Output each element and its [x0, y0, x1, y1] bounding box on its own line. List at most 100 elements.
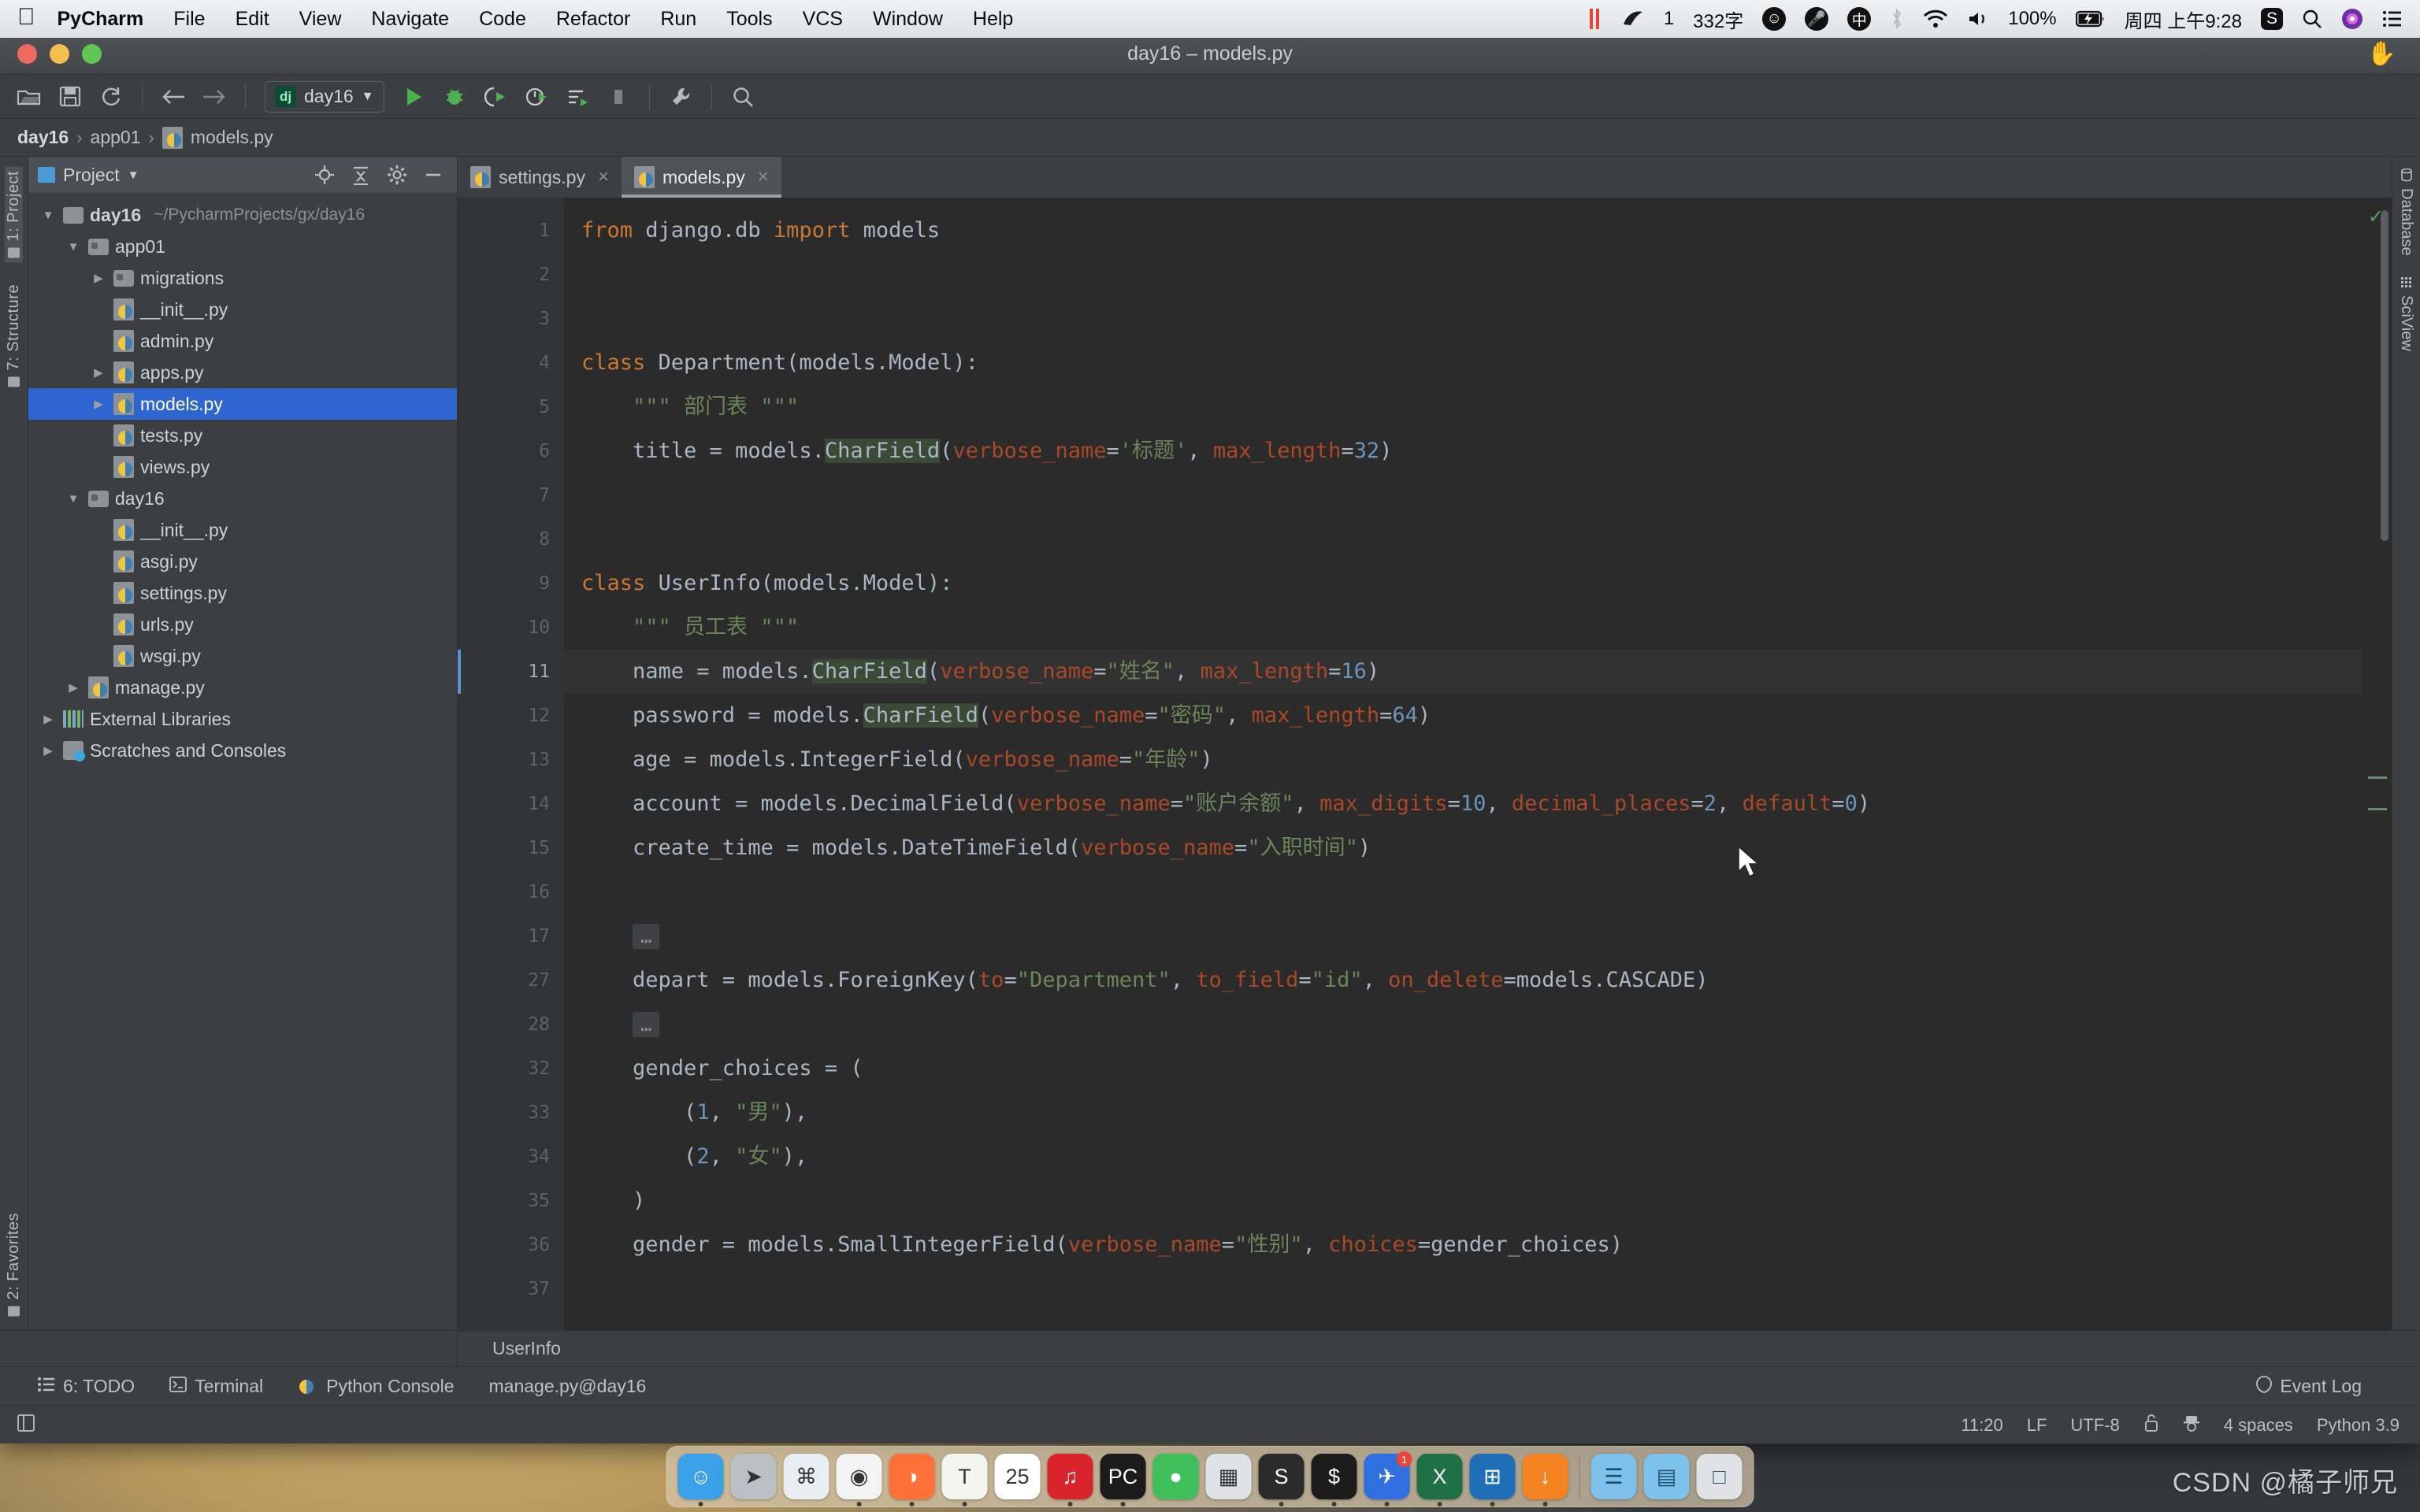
line-number[interactable]: 34	[458, 1135, 564, 1179]
dock-item-downloader[interactable]: ↓	[1523, 1454, 1568, 1499]
tree-item-app01[interactable]: ▼app01	[28, 231, 457, 262]
dock-item-documents-stack[interactable]: ☰	[1591, 1454, 1637, 1499]
editor-scrollbar[interactable]	[2381, 210, 2388, 541]
event-log-button[interactable]: Event Log	[2256, 1376, 2362, 1398]
chevron-down-icon[interactable]: ▼	[65, 240, 82, 254]
arrow-right-icon[interactable]	[196, 80, 232, 114]
line-number[interactable]: 33	[458, 1091, 564, 1135]
dock-item-firefox[interactable]: ◑	[889, 1454, 935, 1499]
chevron-down-icon[interactable]: ▼	[39, 209, 57, 222]
tree-item-apps-py[interactable]: ▶apps.py	[28, 357, 457, 388]
menu-vcs[interactable]: VCS	[803, 8, 843, 31]
minimize-icon[interactable]	[419, 161, 447, 189]
caret-position[interactable]: 11:20	[1961, 1415, 2002, 1436]
tree-item-day16[interactable]: ▼day16	[28, 483, 457, 514]
dock-item-trash[interactable]: □	[1697, 1454, 1743, 1499]
dock-item-launchpad[interactable]: ➤	[731, 1454, 777, 1499]
code-line[interactable]: class Department(models.Model):	[581, 341, 2362, 385]
tree-item-day16[interactable]: ▼day16~/PycharmProjects/gx/day16	[28, 199, 457, 231]
line-number[interactable]: 28+	[458, 1002, 564, 1047]
dock-item-keynote[interactable]: ▦	[1206, 1454, 1252, 1499]
code-line[interactable]: gender_choices = (	[581, 1047, 2362, 1091]
line-number[interactable]: 27	[458, 958, 564, 1002]
menu-help[interactable]: Help	[973, 8, 1013, 31]
line-number[interactable]: 7	[458, 473, 564, 517]
tree-item-asgi-py[interactable]: asgi.py	[28, 546, 457, 577]
bug-icon[interactable]	[436, 80, 473, 114]
tree-item-scratches-and-consoles[interactable]: ▶Scratches and Consoles	[28, 735, 457, 766]
bluetooth-icon[interactable]	[1890, 8, 1904, 30]
control-center-icon[interactable]	[2382, 9, 2403, 28]
search-icon[interactable]	[725, 80, 761, 114]
menu-navigate[interactable]: Navigate	[371, 8, 449, 31]
hat-icon[interactable]	[2183, 1414, 2200, 1437]
line-number[interactable]: 15	[458, 826, 564, 870]
code-line[interactable]: title = models.CharField(verbose_name='标…	[581, 429, 2362, 473]
code-line[interactable]: class UserInfo(models.Model):	[581, 561, 2362, 606]
code-line[interactable]: age = models.IntegerField(verbose_name="…	[581, 738, 2362, 782]
stop-icon[interactable]	[600, 80, 637, 114]
code-line[interactable]: password = models.CharField(verbose_name…	[581, 694, 2362, 738]
code-line[interactable]	[581, 517, 2362, 561]
tree-item-urls-py[interactable]: urls.py	[28, 609, 457, 640]
emoji-icon[interactable]: ☺	[1762, 7, 1786, 31]
python-interpreter[interactable]: Python 3.9	[2317, 1415, 2400, 1436]
refresh-icon[interactable]	[93, 80, 129, 114]
collapse-all-icon[interactable]	[347, 161, 375, 189]
menu-window[interactable]: Window	[873, 8, 943, 31]
dock-item-finder[interactable]: ☺	[678, 1454, 724, 1499]
wrench-icon[interactable]	[663, 80, 699, 114]
line-number[interactable]: 10	[458, 606, 564, 650]
code-line[interactable]	[581, 253, 2362, 297]
code-line[interactable]: …	[581, 914, 2362, 958]
line-number[interactable]: 1	[458, 209, 564, 253]
code-line[interactable]: gender = models.SmallIntegerField(verbos…	[581, 1223, 2362, 1267]
siri-icon[interactable]	[2341, 8, 2363, 30]
line-number[interactable]: 36	[458, 1223, 564, 1267]
ime-icon[interactable]: 中	[1847, 7, 1871, 31]
line-number[interactable]: 35	[458, 1179, 564, 1223]
code-line[interactable]: (1, "男"),	[581, 1091, 2362, 1135]
line-number[interactable]: 16	[458, 870, 564, 914]
code-line[interactable]: create_time = models.DateTimeField(verbo…	[581, 826, 2362, 870]
chevron-right-icon[interactable]: ▶	[39, 712, 57, 726]
coverage-icon[interactable]	[477, 80, 514, 114]
close-button[interactable]	[17, 44, 37, 64]
menu-refactor[interactable]: Refactor	[556, 8, 630, 31]
line-number[interactable]: 5	[458, 385, 564, 429]
code-line[interactable]	[581, 870, 2362, 914]
tree-item-settings-py[interactable]: settings.py	[28, 577, 457, 609]
menu-edit[interactable]: Edit	[236, 8, 269, 31]
dock-item-downloads-folder[interactable]: ▤	[1644, 1454, 1690, 1499]
close-icon[interactable]: ×	[598, 166, 609, 188]
dock-item-wechat[interactable]: ●	[1153, 1454, 1199, 1499]
chevron-right-icon[interactable]: ▶	[90, 271, 107, 285]
breadcrumb-item-file[interactable]: models.py	[191, 127, 273, 148]
mic-icon[interactable]: 🎤	[1805, 7, 1828, 31]
tool-manage-py[interactable]: manage.py@day16	[489, 1376, 647, 1397]
zoom-button[interactable]	[82, 44, 102, 64]
dock-item-typora[interactable]: T	[942, 1454, 988, 1499]
chevron-right-icon[interactable]: ▶	[39, 743, 57, 758]
dock-item-parallels[interactable]: ⊞	[1470, 1454, 1516, 1499]
code-line[interactable]: """ 部门表 """	[581, 385, 2362, 429]
tree-item-wsgi-py[interactable]: wsgi.py	[28, 640, 457, 672]
tree-item--init-py[interactable]: __init__.py	[28, 514, 457, 546]
clock[interactable]: 周四 上午9:28	[2125, 6, 2242, 33]
line-number[interactable]: 8	[458, 517, 564, 561]
play-icon[interactable]	[395, 80, 432, 114]
menu-tools[interactable]: Tools	[726, 8, 772, 31]
line-number[interactable]: 4−	[458, 341, 564, 385]
line-number[interactable]: 12	[458, 694, 564, 738]
chevron-right-icon[interactable]: ▶	[65, 680, 82, 695]
toggle-toolwindow-icon[interactable]	[17, 1414, 35, 1437]
sogou-icon[interactable]: S	[2261, 8, 2283, 30]
code-line[interactable]: from django.db import models	[581, 209, 2362, 253]
tree-item-manage-py[interactable]: ▶manage.py	[28, 672, 457, 703]
code-line[interactable]	[581, 297, 2362, 341]
tab-settings-py[interactable]: settings.py ×	[458, 157, 622, 198]
tree-item-admin-py[interactable]: admin.py	[28, 325, 457, 357]
dock-item-chrome[interactable]: ◉	[837, 1454, 882, 1499]
search-icon[interactable]	[2302, 9, 2322, 29]
tab-models-py[interactable]: models.py ×	[622, 157, 781, 198]
